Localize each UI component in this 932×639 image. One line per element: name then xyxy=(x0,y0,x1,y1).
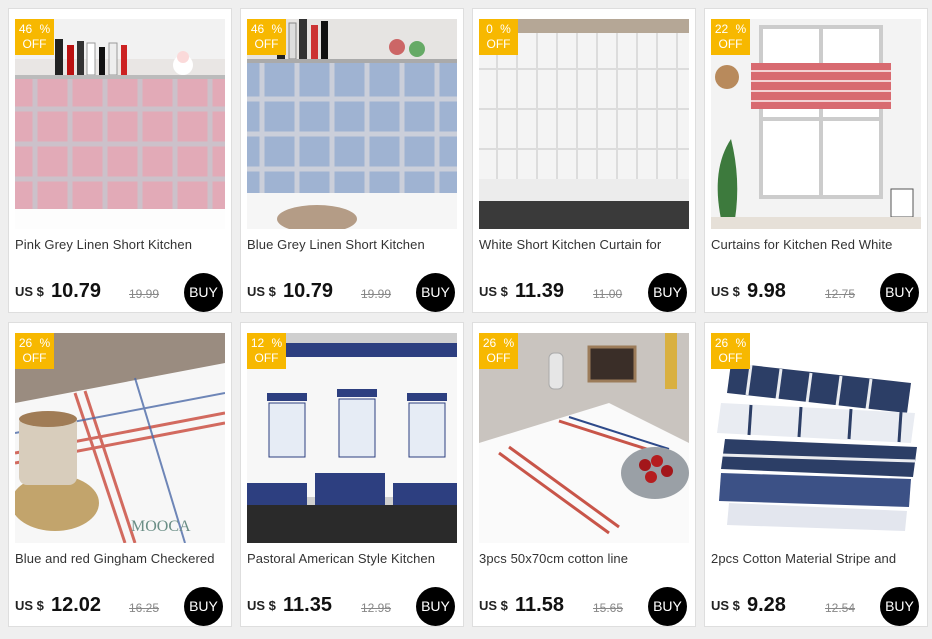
discount-symbol: % xyxy=(500,22,511,36)
discount-off-label: OFF xyxy=(254,37,279,51)
product-card[interactable]: 12 % OFF Pastoral American Style Kitchen… xyxy=(240,322,464,627)
discount-symbol: % xyxy=(735,22,747,36)
discount-off-label: OFF xyxy=(486,351,511,365)
product-title[interactable]: Pink Grey Linen Short Kitchen xyxy=(15,237,225,252)
sale-price: 12.02 xyxy=(51,594,102,616)
discount-badge: 26 % OFF xyxy=(711,333,750,369)
discount-symbol: % xyxy=(39,22,51,36)
product-title[interactable]: White Short Kitchen Curtain for xyxy=(479,237,689,252)
discount-badge: 26 % OFF xyxy=(15,333,54,369)
sale-price: 9.28 xyxy=(747,594,786,616)
currency-label: US $ xyxy=(247,598,276,613)
product-image[interactable]: 0 % OFF xyxy=(479,19,689,229)
discount-badge: 46 % OFF xyxy=(247,19,286,55)
discount-off-label: OFF xyxy=(718,37,743,51)
price-row: US $ 10.79 19.99 BUY xyxy=(247,271,459,312)
product-card[interactable]: 26 % OFF 2pcs Cotton Material Stripe and… xyxy=(704,322,928,627)
original-price: 16.25 xyxy=(129,601,160,615)
buy-button[interactable]: BUY xyxy=(184,587,223,626)
product-image[interactable]: 22 % OFF xyxy=(711,19,921,229)
product-card[interactable]: 46 % OFF Pink Grey Linen Short Kitchen U… xyxy=(8,8,232,313)
product-image[interactable]: MOOCA 26 % OFF xyxy=(15,333,225,543)
sale-price: 11.39 xyxy=(515,280,564,302)
discount-value: 26 xyxy=(482,336,497,350)
discount-value: 0 xyxy=(486,22,493,36)
watermark-text: MOOCA xyxy=(131,518,191,535)
sale-price: 11.35 xyxy=(283,594,332,616)
product-title[interactable]: Pastoral American Style Kitchen xyxy=(247,551,457,566)
discount-symbol: % xyxy=(503,336,515,350)
discount-value: 46 xyxy=(250,22,265,36)
product-title[interactable]: Blue and red Gingham Checkered xyxy=(15,551,225,566)
discount-symbol: % xyxy=(271,336,283,350)
price-row: US $ 11.35 12.95 BUY xyxy=(247,585,459,626)
sale-price: 9.98 xyxy=(747,280,786,302)
price-row: US $ 10.79 19.99 BUY xyxy=(15,271,227,312)
discount-badge: 0 % OFF xyxy=(479,19,518,55)
product-card[interactable]: 26 % OFF 3pcs 50x70cm cotton line US $ 1… xyxy=(472,322,696,627)
sale-price: 11.58 xyxy=(515,594,564,616)
price-row: US $ 11.39 11.00 BUY xyxy=(479,271,691,312)
currency-label: US $ xyxy=(479,284,508,299)
discount-value: 46 xyxy=(18,22,33,36)
discount-value: 12 xyxy=(250,336,265,350)
discount-value: 26 xyxy=(714,336,729,350)
product-image[interactable]: 12 % OFF xyxy=(247,333,457,543)
currency-label: US $ xyxy=(479,598,508,613)
product-title[interactable]: Curtains for Kitchen Red White xyxy=(711,237,921,252)
original-price: 19.99 xyxy=(129,287,160,301)
original-price: 12.75 xyxy=(825,287,856,301)
buy-button[interactable]: BUY xyxy=(880,587,919,626)
product-card[interactable]: 22 % OFF Curtains for Kitchen Red White … xyxy=(704,8,928,313)
price-row: US $ 9.28 12.54 BUY xyxy=(711,585,923,626)
product-image[interactable]: 26 % OFF xyxy=(479,333,689,543)
buy-button[interactable]: BUY xyxy=(416,273,455,312)
buy-button[interactable]: BUY xyxy=(880,273,919,312)
price-row: US $ 11.58 15.65 BUY xyxy=(479,585,691,626)
discount-off-label: OFF xyxy=(718,351,743,365)
buy-button[interactable]: BUY xyxy=(648,273,687,312)
currency-label: US $ xyxy=(247,284,276,299)
discount-badge: 46 % OFF xyxy=(15,19,54,55)
product-image[interactable]: 46 % OFF xyxy=(15,19,225,229)
currency-label: US $ xyxy=(711,284,740,299)
price-row: US $ 12.02 16.25 BUY xyxy=(15,585,227,626)
product-image[interactable]: 26 % OFF xyxy=(711,333,921,543)
product-title[interactable]: Blue Grey Linen Short Kitchen xyxy=(247,237,457,252)
discount-value: 26 xyxy=(18,336,33,350)
sale-price: 10.79 xyxy=(51,280,102,302)
product-title[interactable]: 3pcs 50x70cm cotton line xyxy=(479,551,689,566)
currency-label: US $ xyxy=(711,598,740,613)
product-card[interactable]: MOOCA 26 % OFF Blue and red Gingham Chec… xyxy=(8,322,232,627)
buy-button[interactable]: BUY xyxy=(416,587,455,626)
discount-value: 22 xyxy=(714,22,729,36)
product-image[interactable]: 46 % OFF xyxy=(247,19,457,229)
discount-badge: 12 % OFF xyxy=(247,333,286,369)
discount-off-label: OFF xyxy=(22,351,47,365)
original-price: 12.54 xyxy=(825,601,856,615)
original-price: 15.65 xyxy=(593,601,624,615)
currency-label: US $ xyxy=(15,598,44,613)
discount-off-label: OFF xyxy=(486,37,511,51)
product-card[interactable]: 46 % OFF Blue Grey Linen Short Kitchen U… xyxy=(240,8,464,313)
buy-button[interactable]: BUY xyxy=(648,587,687,626)
discount-symbol: % xyxy=(271,22,283,36)
discount-off-label: OFF xyxy=(22,37,47,51)
discount-badge: 22 % OFF xyxy=(711,19,750,55)
discount-badge: 26 % OFF xyxy=(479,333,518,369)
original-price: 12.95 xyxy=(361,601,392,615)
discount-off-label: OFF xyxy=(254,351,279,365)
price-row: US $ 9.98 12.75 BUY xyxy=(711,271,923,312)
original-price: 19.99 xyxy=(361,287,392,301)
discount-symbol: % xyxy=(39,336,51,350)
product-title[interactable]: 2pcs Cotton Material Stripe and xyxy=(711,551,921,566)
discount-symbol: % xyxy=(735,336,747,350)
buy-button[interactable]: BUY xyxy=(184,273,223,312)
currency-label: US $ xyxy=(15,284,44,299)
product-card[interactable]: 0 % OFF White Short Kitchen Curtain for … xyxy=(472,8,696,313)
original-price: 11.00 xyxy=(593,287,623,301)
sale-price: 10.79 xyxy=(283,280,334,302)
